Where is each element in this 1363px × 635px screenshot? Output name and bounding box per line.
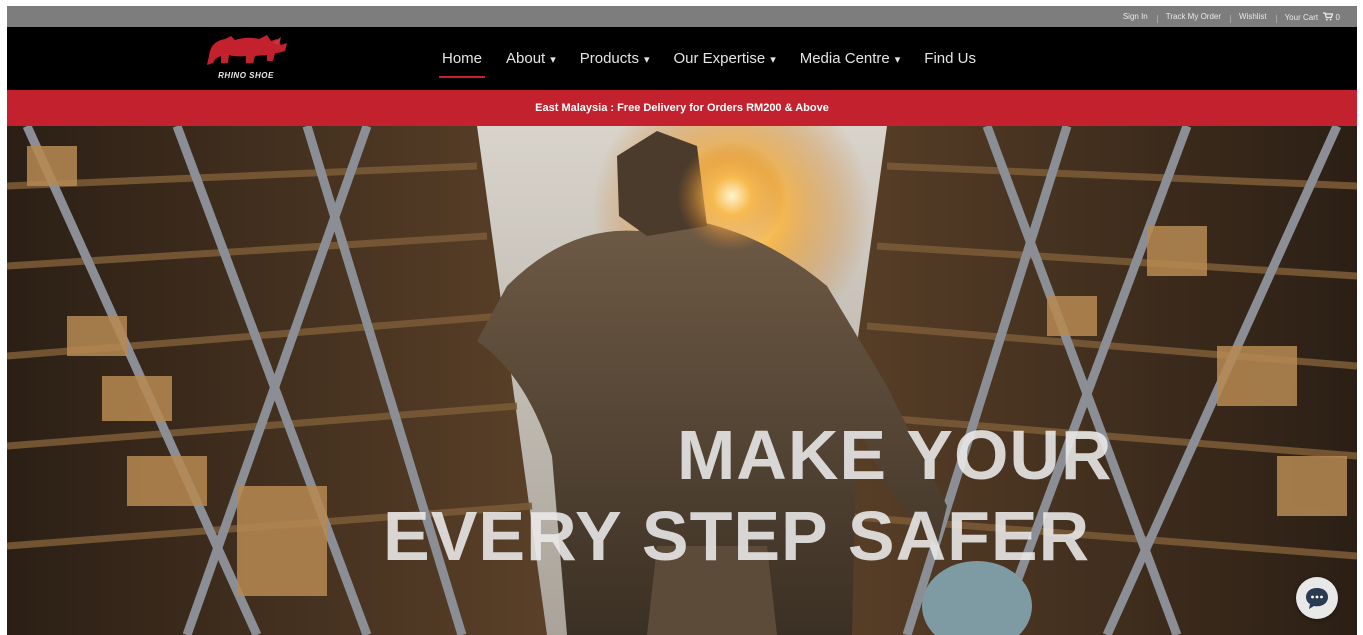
chat-bubble-icon bbox=[1306, 588, 1328, 609]
nav-media-centre[interactable]: Media Centre ▾ bbox=[800, 50, 901, 67]
nav-our-expertise-label: Our Expertise bbox=[673, 50, 766, 67]
chevron-down-icon: ▾ bbox=[550, 54, 556, 66]
nav-about-label: About bbox=[506, 50, 546, 67]
utility-links: Sign In Track My Order Wishlist Your Car… bbox=[1114, 6, 1349, 27]
chevron-down-icon: ▾ bbox=[894, 54, 901, 66]
logo-text: RHINO SHOE bbox=[218, 71, 274, 80]
page-frame: Sign In Track My Order Wishlist Your Car… bbox=[7, 6, 1357, 635]
sign-in-link[interactable]: Sign In bbox=[1114, 12, 1157, 21]
nav-menu: Home About ▾ Products ▾ Our Expertise ▾ Med… bbox=[438, 27, 1000, 90]
nav-home[interactable]: Home bbox=[438, 50, 486, 78]
rhino-icon bbox=[207, 35, 287, 65]
wishlist-link[interactable]: Wishlist bbox=[1230, 12, 1276, 23]
utility-bar: Sign In Track My Order Wishlist Your Car… bbox=[7, 6, 1357, 27]
chat-button[interactable] bbox=[1296, 577, 1338, 619]
track-order-link[interactable]: Track My Order bbox=[1156, 12, 1230, 23]
nav-our-expertise[interactable]: Our Expertise ▾ bbox=[673, 50, 775, 67]
cart-label: Your Cart bbox=[1284, 12, 1319, 22]
nav-find-us[interactable]: Find Us bbox=[924, 50, 976, 67]
hero-banner: MAKE YOUR EVERY STEP SAFER bbox=[7, 126, 1357, 635]
cart-icon bbox=[1323, 11, 1334, 20]
cart-count: 0 bbox=[1335, 12, 1340, 22]
chevron-down-icon: ▾ bbox=[643, 54, 650, 66]
chevron-down-icon: ▾ bbox=[770, 54, 776, 66]
brand-logo[interactable]: RHINO SHOE bbox=[201, 31, 291, 80]
hero-headline-line-1: MAKE YOUR bbox=[677, 416, 1113, 494]
promo-banner: East Malaysia : Free Delivery for Orders… bbox=[7, 90, 1357, 126]
nav-about[interactable]: About ▾ bbox=[506, 50, 556, 67]
cart-link[interactable]: Your Cart 0 bbox=[1275, 11, 1349, 23]
main-nav-bar: RHINO SHOE Home About ▾ Products ▾ Our Exp… bbox=[7, 27, 1357, 90]
nav-products[interactable]: Products ▾ bbox=[580, 50, 650, 67]
hero-headline-line-2: EVERY STEP SAFER bbox=[383, 497, 1091, 575]
nav-products-label: Products bbox=[579, 50, 639, 67]
nav-media-centre-label: Media Centre bbox=[799, 50, 890, 67]
promo-text: East Malaysia : Free Delivery for Orders… bbox=[535, 102, 829, 114]
